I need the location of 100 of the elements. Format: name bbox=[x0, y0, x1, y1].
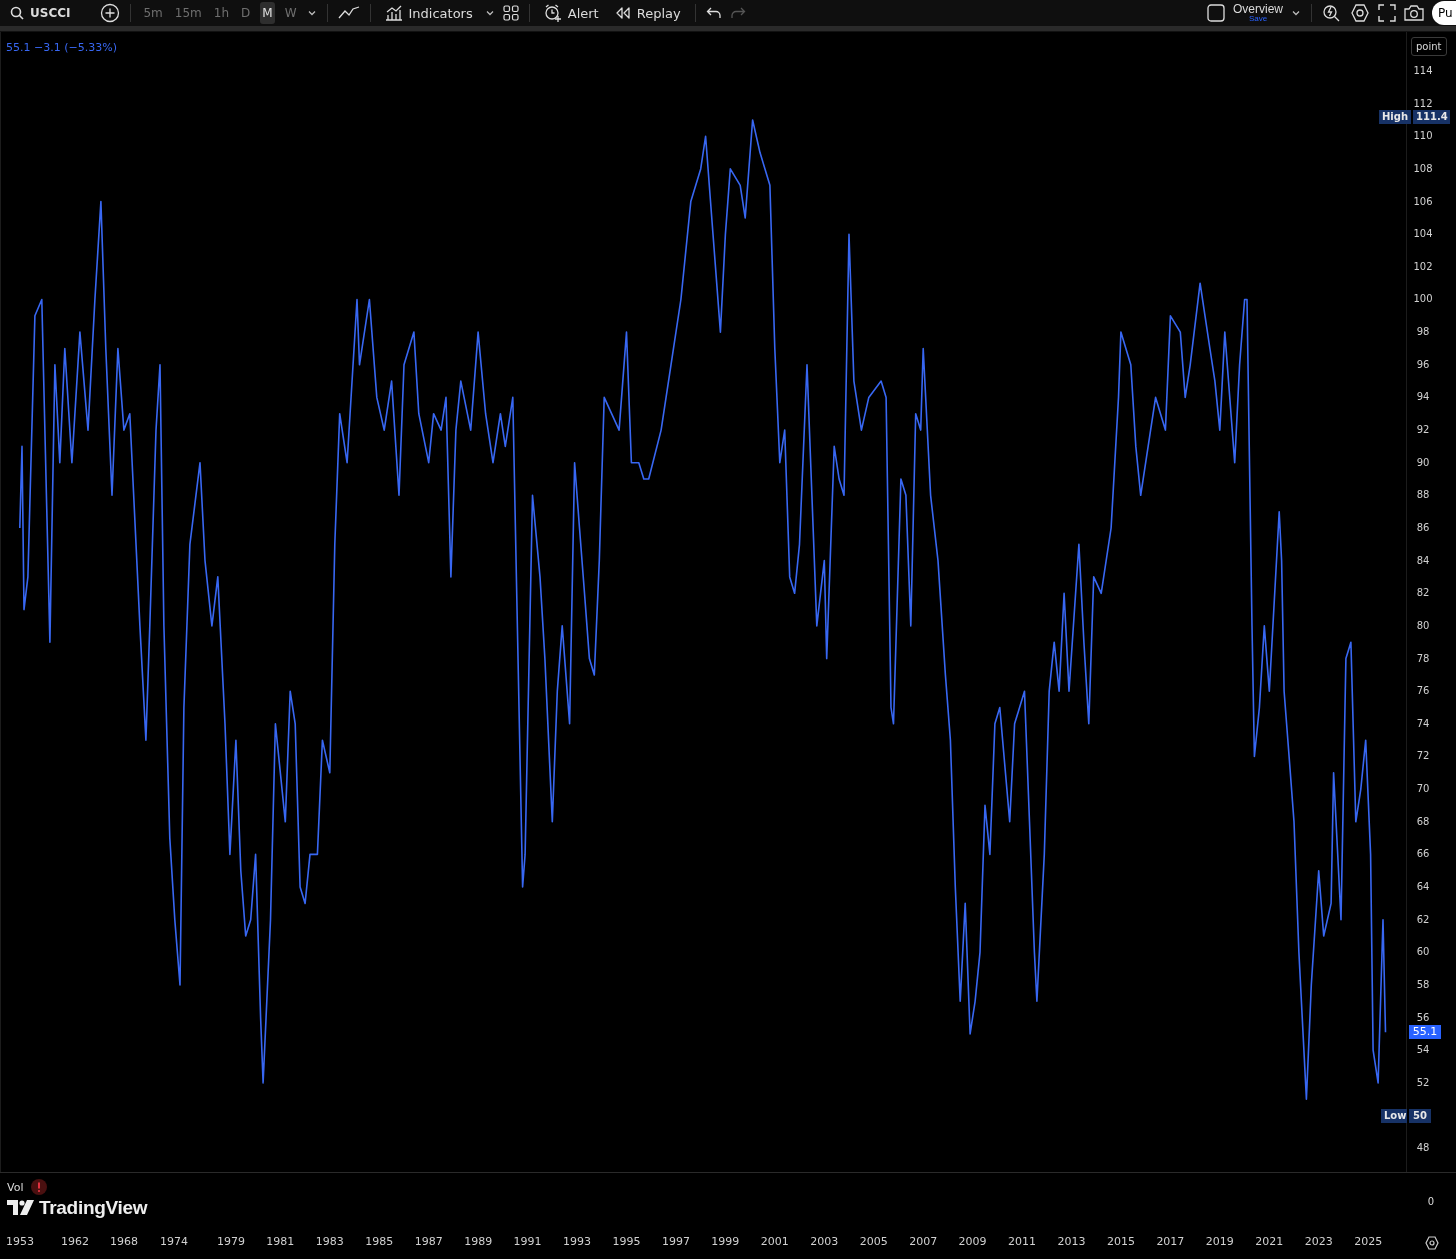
price-tick-label: 80 bbox=[1415, 619, 1431, 632]
time-tick-label: 1983 bbox=[315, 1235, 344, 1248]
price-tick-label: 114 bbox=[1412, 65, 1434, 77]
time-tick-label: 1953 bbox=[6, 1235, 34, 1248]
price-tick-label: 100 bbox=[1412, 293, 1434, 306]
time-tick-label: 1993 bbox=[563, 1235, 592, 1248]
time-tick-label: 1989 bbox=[464, 1235, 493, 1248]
replay-button[interactable]: Replay bbox=[610, 5, 685, 21]
square-icon[interactable] bbox=[1207, 4, 1225, 22]
settings-icon[interactable] bbox=[1350, 3, 1370, 23]
high-value-label: 111.4 bbox=[1413, 110, 1451, 124]
price-tick-label: 84 bbox=[1415, 554, 1431, 567]
time-tick-label: 1997 bbox=[661, 1235, 690, 1248]
high-label: High bbox=[1379, 110, 1412, 124]
time-tick-label: 2013 bbox=[1057, 1235, 1086, 1248]
price-legend: 55.1 −3.1 (−5.33%) bbox=[6, 41, 117, 54]
time-tick-label: 2009 bbox=[958, 1235, 987, 1248]
low-value-label: 50 bbox=[1409, 1109, 1431, 1123]
bar-chart-icon bbox=[384, 5, 403, 21]
alarm-clock-icon bbox=[543, 4, 562, 22]
price-tick-label: 74 bbox=[1415, 717, 1431, 730]
time-tick-label: 2017 bbox=[1156, 1235, 1185, 1248]
time-tick-label: 1979 bbox=[216, 1235, 245, 1248]
time-tick-label: 2007 bbox=[909, 1235, 938, 1248]
time-tick-label: 1981 bbox=[266, 1235, 295, 1248]
price-tick-label: 104 bbox=[1412, 228, 1434, 241]
price-tick-label: 112 bbox=[1412, 97, 1434, 110]
price-tick-label: 90 bbox=[1415, 456, 1431, 469]
price-tick-label: 54 bbox=[1415, 1044, 1431, 1057]
time-tick-label: 1962 bbox=[61, 1235, 89, 1248]
layout-grid-icon[interactable] bbox=[502, 5, 519, 21]
alert-button[interactable]: Alert bbox=[539, 4, 603, 22]
price-tick-label: 102 bbox=[1412, 260, 1434, 273]
time-tick-label: 2025 bbox=[1354, 1235, 1383, 1248]
price-tick-label: 110 bbox=[1412, 130, 1434, 143]
add-circle-icon[interactable] bbox=[100, 3, 121, 23]
undo-icon[interactable] bbox=[705, 6, 722, 20]
price-tick-label: 96 bbox=[1415, 358, 1431, 371]
time-tick-label: 2019 bbox=[1205, 1235, 1234, 1248]
symbol-search-button[interactable]: USCCI bbox=[6, 6, 75, 20]
last-price-label: 55.1 bbox=[1409, 1025, 1441, 1039]
time-tick-label: 2005 bbox=[859, 1235, 888, 1248]
time-tick-label: 2015 bbox=[1106, 1235, 1135, 1248]
chevron-down-icon[interactable] bbox=[484, 8, 495, 18]
price-tick-label: 108 bbox=[1412, 162, 1434, 175]
price-tick-label: 52 bbox=[1415, 1076, 1431, 1089]
error-icon[interactable] bbox=[31, 1179, 48, 1195]
volume-scale-label: 0 bbox=[1427, 1196, 1435, 1209]
price-tick-label: 64 bbox=[1415, 881, 1431, 894]
time-tick-label: 1991 bbox=[513, 1235, 542, 1248]
price-tick-label: 62 bbox=[1415, 913, 1431, 926]
publish-button[interactable]: Pu bbox=[1432, 1, 1456, 25]
price-tick-label: 86 bbox=[1415, 522, 1431, 534]
low-label: Low bbox=[1381, 1109, 1407, 1123]
price-tick-label: 70 bbox=[1415, 783, 1431, 796]
time-tick-label: 1974 bbox=[160, 1235, 188, 1248]
volume-label: Vol bbox=[7, 1180, 24, 1194]
price-tick-label: 98 bbox=[1415, 326, 1431, 339]
price-tick-label: 58 bbox=[1415, 978, 1431, 991]
price-tick-label: 88 bbox=[1415, 489, 1431, 502]
price-tick-label: 94 bbox=[1415, 391, 1431, 404]
chevron-down-icon[interactable] bbox=[306, 8, 317, 18]
time-tick-label: 2023 bbox=[1304, 1235, 1333, 1248]
price-tick-label: 82 bbox=[1415, 587, 1431, 600]
price-tick-label: 106 bbox=[1412, 195, 1434, 208]
interval-button[interactable]: D bbox=[239, 2, 253, 24]
time-tick-label: 2001 bbox=[760, 1235, 789, 1248]
price-tick-label: 92 bbox=[1415, 424, 1431, 437]
camera-icon[interactable] bbox=[1404, 4, 1424, 22]
price-tick-label: 48 bbox=[1415, 1142, 1431, 1155]
time-tick-label: 2021 bbox=[1255, 1235, 1284, 1248]
rewind-icon bbox=[614, 6, 631, 20]
search-icon bbox=[10, 6, 24, 20]
time-tick-label: 1987 bbox=[414, 1235, 443, 1248]
interval-button[interactable]: W bbox=[282, 2, 299, 24]
chevron-down-icon[interactable] bbox=[1291, 8, 1301, 18]
price-tick-label: 60 bbox=[1415, 946, 1431, 959]
scale-mode-button[interactable]: point bbox=[1411, 37, 1447, 56]
price-tick-label: 72 bbox=[1415, 750, 1431, 763]
time-tick-label: 1985 bbox=[365, 1235, 394, 1248]
brand-name: TradingView bbox=[39, 1197, 148, 1219]
price-tick-label: 68 bbox=[1415, 815, 1431, 828]
line-chart-icon[interactable] bbox=[337, 5, 360, 21]
indicators-button[interactable]: Indicators bbox=[380, 5, 477, 21]
fullscreen-icon[interactable] bbox=[1378, 4, 1396, 22]
price-tick-label: 76 bbox=[1415, 685, 1431, 698]
price-tick-label: 56 bbox=[1415, 1011, 1431, 1024]
logo-icon bbox=[7, 1200, 34, 1216]
quick-search-icon[interactable] bbox=[1322, 3, 1342, 23]
layout-button[interactable]: Overview Save bbox=[1233, 3, 1283, 23]
settings-icon[interactable] bbox=[1425, 1236, 1439, 1250]
price-tick-label: 78 bbox=[1415, 652, 1431, 665]
price-tick-label: 66 bbox=[1415, 848, 1431, 861]
interval-button[interactable]: 5m bbox=[141, 2, 165, 24]
interval-button[interactable]: M bbox=[260, 2, 275, 24]
interval-button[interactable]: 15m bbox=[172, 2, 204, 24]
time-tick-label: 2011 bbox=[1008, 1235, 1037, 1248]
interval-button[interactable]: 1h bbox=[211, 2, 231, 24]
time-tick-label: 1995 bbox=[612, 1235, 641, 1248]
time-tick-label: 1968 bbox=[110, 1235, 138, 1248]
